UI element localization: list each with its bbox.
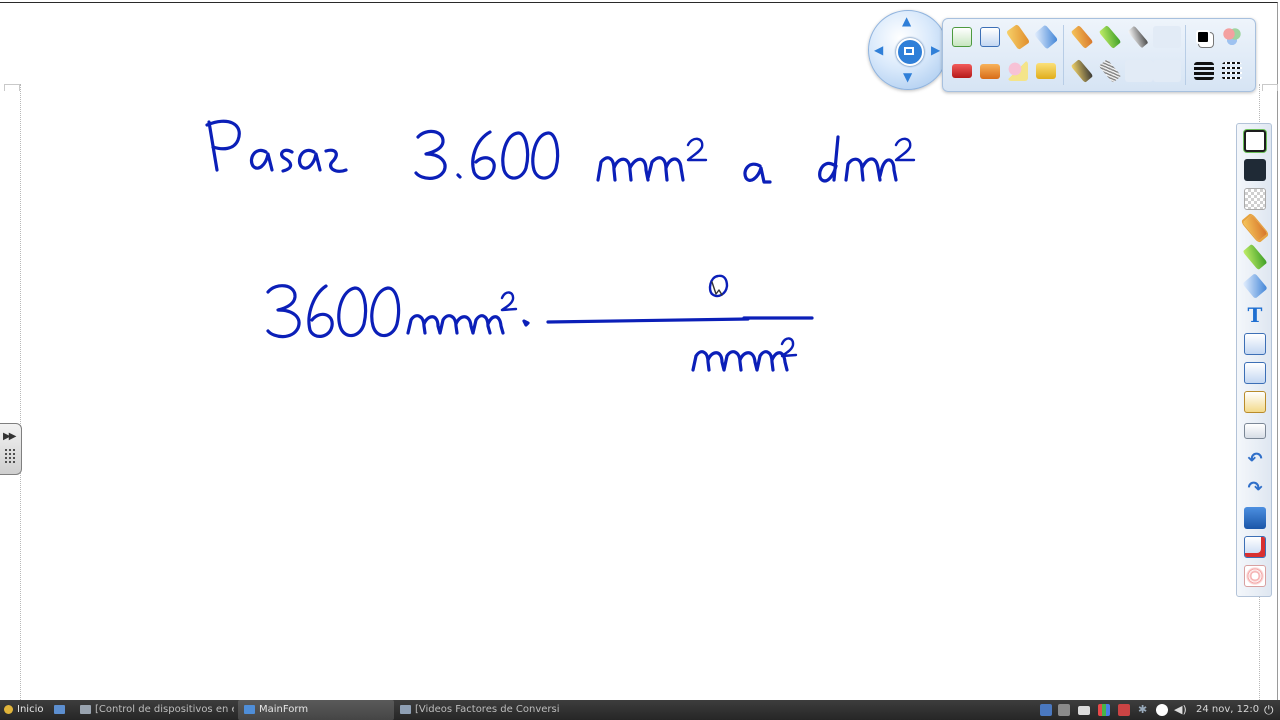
task-label: [Control de dispositivos en el...	[95, 704, 234, 715]
edit-page-icon[interactable]	[1244, 391, 1266, 413]
move-down-icon[interactable]: ▼	[903, 71, 912, 83]
task-videos-factores[interactable]: [Videos Factores de Conversi...	[400, 700, 560, 720]
ink-numerator-zero	[708, 274, 729, 298]
color-black-icon[interactable]	[1191, 25, 1217, 49]
start-icon	[4, 704, 13, 714]
volume-icon[interactable]: ◀)	[1174, 704, 1187, 716]
line-width-icon[interactable]	[1191, 59, 1217, 83]
toolbar-empty-slot	[1153, 26, 1181, 48]
eraser-icon[interactable]	[1033, 24, 1059, 50]
save-icon[interactable]	[1244, 507, 1266, 529]
highlighter-icon[interactable]	[1097, 25, 1123, 49]
color-mix-icon[interactable]	[1219, 25, 1245, 49]
color-picker-icon[interactable]	[1098, 704, 1110, 716]
eraser-icon[interactable]	[1242, 273, 1268, 299]
ink-number-3600	[414, 129, 560, 180]
mail-icon[interactable]	[1078, 706, 1090, 715]
toolbar-panel	[942, 18, 1256, 92]
marker-icon[interactable]	[1125, 25, 1151, 49]
cursor-hand	[711, 281, 723, 296]
window-icon	[80, 704, 91, 714]
task-control-dispositivos[interactable]: [Control de dispositivos en el...	[80, 700, 234, 720]
task-mainform[interactable]: MainForm	[238, 700, 394, 720]
start-button[interactable]: Inicio	[4, 700, 48, 720]
redo-icon[interactable]: ↷	[1244, 478, 1266, 500]
toolbar-separator	[1063, 25, 1064, 85]
toolbar-toggle-icon[interactable]	[896, 38, 924, 66]
ink-unit-dm2-title	[818, 135, 916, 183]
pencil-icon[interactable]	[1242, 214, 1268, 242]
target-icon[interactable]	[1244, 565, 1266, 587]
next-page-icon[interactable]	[1244, 362, 1266, 384]
previous-page-icon[interactable]	[1244, 333, 1266, 355]
move-right-icon[interactable]: ▶	[931, 44, 940, 56]
toolbar-empty-slot	[1125, 60, 1153, 82]
folder-icon[interactable]	[1033, 59, 1059, 83]
pen-icon[interactable]	[1005, 23, 1031, 51]
pattern-pen-icon[interactable]	[1097, 59, 1123, 83]
update-icon[interactable]	[1156, 704, 1168, 716]
black-page-icon[interactable]	[1244, 159, 1266, 181]
taskbar: Inicio [Control de dispositivos en el...…	[0, 700, 1280, 720]
ink-denominator-mm2	[691, 337, 798, 372]
app-tray-icon[interactable]	[1118, 704, 1130, 716]
expand-arrows-icon: ▶▶	[3, 431, 16, 442]
toolbar-empty-slot	[1153, 60, 1181, 82]
task-label: MainForm	[259, 704, 309, 715]
power-icon[interactable]: ⏻	[1264, 704, 1276, 716]
pen-mode-icon[interactable]	[1244, 130, 1266, 152]
floating-toolbar: ▲ ▼ ◀ ▶	[866, 10, 1256, 92]
copy-page-icon[interactable]	[977, 25, 1003, 49]
new-page-icon[interactable]	[949, 25, 975, 49]
ink-equation-3600mm2	[266, 284, 530, 339]
start-label: Inicio	[17, 704, 44, 715]
brush-icon[interactable]	[1069, 59, 1095, 83]
desktop-icon	[54, 704, 65, 714]
text-icon[interactable]: T	[1244, 304, 1266, 326]
window-icon	[244, 704, 255, 714]
toolbar-separator	[1185, 25, 1186, 85]
pencil-icon[interactable]	[1069, 25, 1095, 49]
ink-fraction-line	[546, 317, 750, 324]
clock-text: 24 nov, 12:03	[1196, 704, 1260, 715]
handwriting-ink	[205, 119, 916, 372]
ink-word-pasar	[205, 119, 348, 173]
move-up-icon[interactable]: ▲	[902, 15, 911, 27]
undo-icon[interactable]: ↶	[1244, 449, 1266, 471]
toolbox-icon[interactable]	[977, 59, 1003, 83]
shapes-icon[interactable]	[1005, 59, 1031, 83]
highlighter-icon[interactable]	[1242, 243, 1268, 271]
mail-icon[interactable]	[949, 59, 975, 83]
right-toolbar: T ↶ ↷	[1236, 123, 1272, 597]
notifications-icon[interactable]	[1058, 704, 1070, 716]
ink-letter-a	[743, 162, 772, 184]
network-manager-icon[interactable]	[1040, 704, 1052, 716]
navigation-ring[interactable]: ▲ ▼ ◀ ▶	[868, 10, 948, 90]
left-panel-handle[interactable]: ▶▶	[0, 423, 22, 475]
ink-unit-mm2-title	[596, 137, 708, 182]
move-left-icon[interactable]: ◀	[874, 44, 883, 56]
clock[interactable]: 24 nov, 12:03	[1196, 700, 1260, 720]
grip-icon	[4, 448, 16, 464]
delete-page-icon[interactable]	[1244, 536, 1266, 558]
folder-icon	[400, 704, 411, 714]
bluetooth-icon[interactable]: ✱	[1138, 704, 1150, 716]
line-style-icon[interactable]	[1219, 59, 1245, 83]
show-desktop-button[interactable]	[54, 700, 72, 720]
camera-icon[interactable]	[1244, 420, 1266, 442]
transparent-page-icon[interactable]	[1244, 188, 1266, 210]
task-label: [Videos Factores de Conversi...	[415, 704, 560, 715]
